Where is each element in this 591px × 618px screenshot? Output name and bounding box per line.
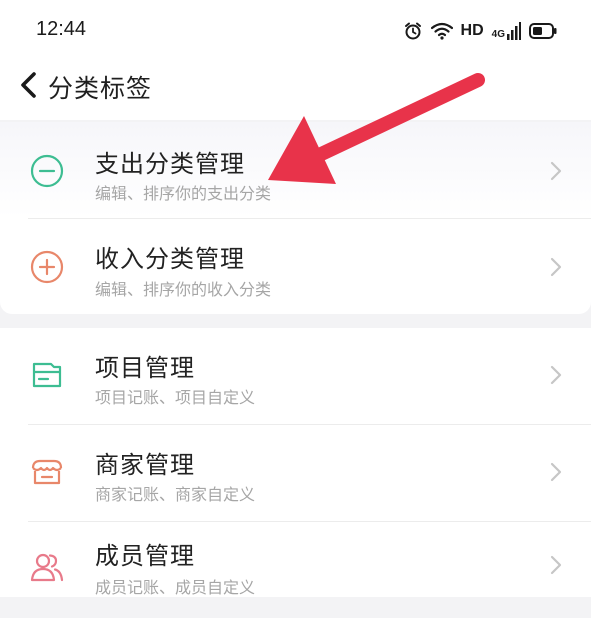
- annotation-arrow-icon: [268, 73, 485, 184]
